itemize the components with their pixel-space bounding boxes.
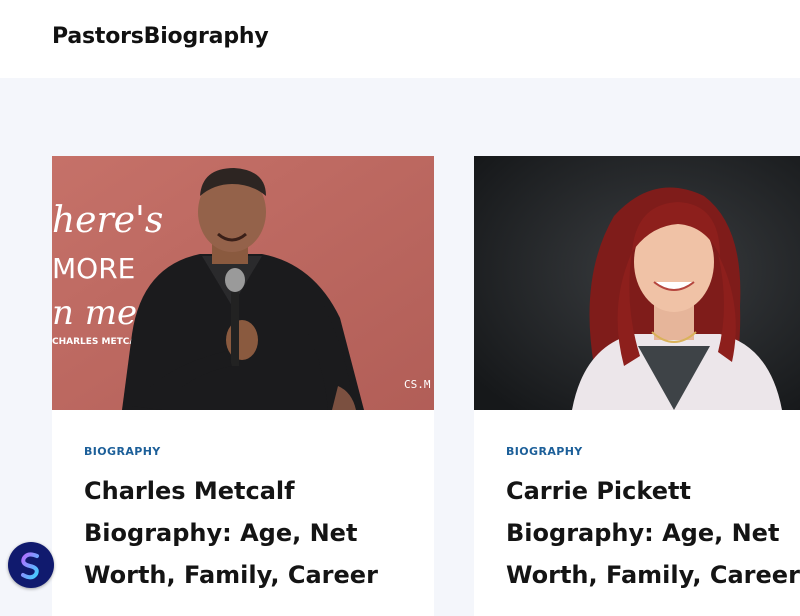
post-card-carrie-pickett[interactable]: BIOGRAPHY Carrie Pickett Biography: Age,… (474, 156, 800, 616)
post-card-charles-metcalf[interactable]: here's MORE n me CHARLES METCALF CS.M BI… (52, 156, 434, 616)
site-header: PastorsBiography (0, 0, 800, 78)
wall-text-line-3: n me (52, 293, 137, 333)
post-category-link[interactable]: BIOGRAPHY (506, 445, 583, 458)
post-title-link[interactable]: Charles Metcalf Biography: Age, Net Wort… (84, 470, 384, 596)
floating-brand-badge[interactable] (8, 542, 54, 588)
post-category-link[interactable]: BIOGRAPHY (84, 445, 161, 458)
wall-text-line-1: here's (52, 200, 163, 241)
post-thumbnail-carrie-pickett[interactable] (474, 156, 800, 410)
post-thumbnail-charles-metcalf[interactable]: here's MORE n me CHARLES METCALF CS.M (52, 156, 434, 410)
site-title-link[interactable]: PastorsBiography (52, 24, 269, 49)
post-title-link[interactable]: Carrie Pickett Biography: Age, Net Worth… (506, 470, 800, 596)
wall-text-corner: CS.M (404, 378, 431, 391)
wall-text-line-2: MORE (52, 252, 135, 285)
brand-s-logo-icon (21, 552, 39, 580)
